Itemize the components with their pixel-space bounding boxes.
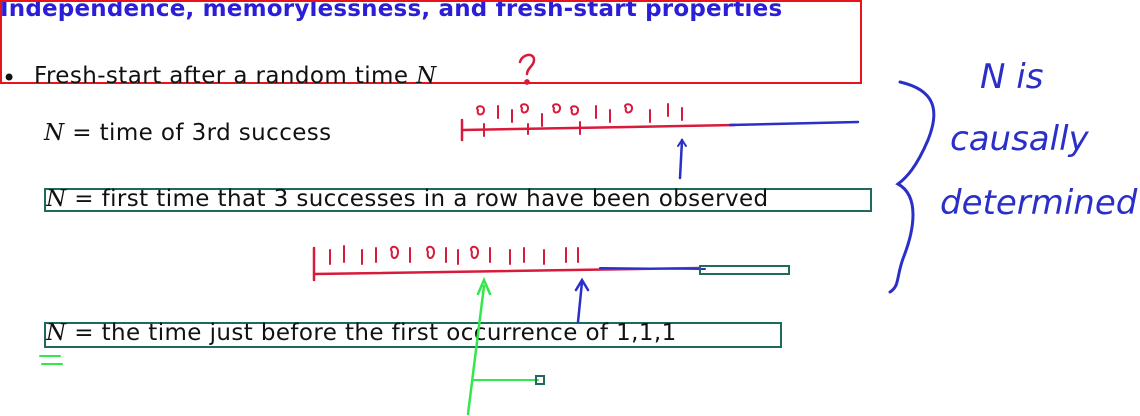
margin-note-line-3: determined <box>940 183 1138 223</box>
margin-note-line-1: N is <box>980 57 1043 97</box>
timeline-1 <box>460 103 860 180</box>
margin-note-line-2: causally <box>950 119 1090 159</box>
curly-brace-annotation <box>888 80 936 294</box>
question-mark-annotation <box>518 53 536 85</box>
margin-note: N is causally determined <box>940 57 1138 223</box>
handwritten-annotations: N is causally determined <box>39 53 1138 416</box>
timeline-2 <box>39 245 790 416</box>
